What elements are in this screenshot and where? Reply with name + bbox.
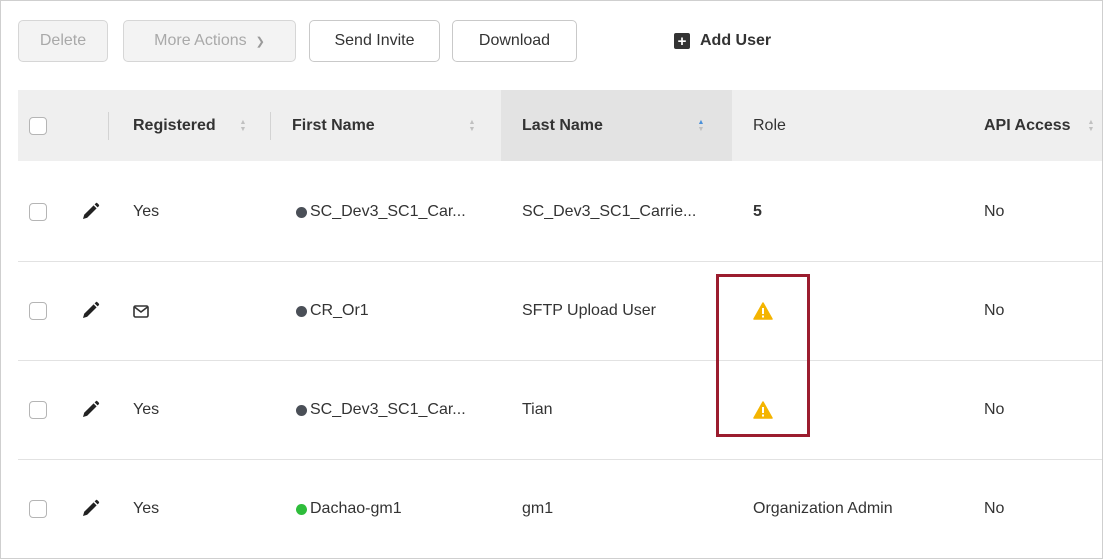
sort-ascending-icon: ▲ ▼ bbox=[697, 119, 705, 133]
status-dot bbox=[296, 404, 307, 416]
last-name-cell: Tian bbox=[522, 361, 553, 459]
first-name-value: Dachao-gm1 bbox=[310, 500, 402, 517]
row-checkbox[interactable] bbox=[29, 203, 47, 221]
registered-cell: Yes bbox=[133, 460, 159, 558]
api-access-cell: No bbox=[984, 361, 1004, 459]
header-api-access-label: API Access bbox=[984, 116, 1071, 134]
api-access-cell: No bbox=[984, 163, 1004, 261]
first-name-cell: Dachao-gm1 bbox=[296, 460, 402, 558]
api-access-cell: No bbox=[984, 460, 1004, 558]
user-management-panel: Delete More Actions ❯ Send Invite Downlo… bbox=[0, 0, 1103, 559]
delete-button[interactable]: Delete bbox=[18, 20, 108, 62]
registered-value: Yes bbox=[133, 500, 160, 517]
last-name-cell: gm1 bbox=[522, 460, 553, 558]
role-value: 5 bbox=[753, 203, 762, 220]
first-name-cell: CR_Or1 bbox=[296, 262, 369, 360]
header-api-access[interactable]: API Access ▲ ▼ bbox=[984, 90, 1102, 161]
registered-value: Yes bbox=[133, 401, 160, 418]
api-access-value: No bbox=[984, 302, 1005, 319]
header-first-name[interactable]: First Name ▲ ▼ bbox=[292, 90, 492, 161]
first-name-cell: SC_Dev3_SC1_Car... bbox=[296, 163, 466, 261]
table-row[interactable]: Yes SC_Dev3_SC1_Car... Tian No bbox=[18, 361, 1102, 460]
last-name-value: Tian bbox=[522, 401, 553, 418]
header-last-name-label: Last Name bbox=[522, 116, 603, 134]
last-name-cell: SFTP Upload User bbox=[522, 262, 656, 360]
last-name-cell: SC_Dev3_SC1_Carrie... bbox=[522, 163, 696, 261]
add-user-button[interactable]: + Add User bbox=[674, 20, 771, 62]
api-access-value: No bbox=[984, 203, 1005, 220]
row-checkbox[interactable] bbox=[29, 302, 47, 320]
envelope-icon bbox=[133, 304, 149, 318]
header-role-label: Role bbox=[753, 116, 786, 134]
header-role[interactable]: Role bbox=[753, 90, 953, 161]
send-invite-button[interactable]: Send Invite bbox=[309, 20, 440, 62]
registered-value: Yes bbox=[133, 203, 160, 220]
first-name-value: CR_Or1 bbox=[310, 302, 369, 319]
status-dot bbox=[296, 503, 307, 515]
registered-cell: Yes bbox=[133, 163, 159, 261]
row-checkbox[interactable] bbox=[29, 401, 47, 419]
table-row[interactable]: Yes SC_Dev3_SC1_Car... SC_Dev3_SC1_Carri… bbox=[18, 163, 1102, 262]
last-name-value: gm1 bbox=[522, 500, 554, 517]
first-name-value: SC_Dev3_SC1_Car... bbox=[310, 203, 466, 220]
highlight-box bbox=[716, 274, 810, 437]
sort-icon: ▲ ▼ bbox=[1087, 119, 1095, 133]
header-registered-label: Registered bbox=[133, 116, 216, 134]
role-value: Organization Admin bbox=[753, 500, 893, 517]
status-dot bbox=[296, 206, 307, 218]
download-button[interactable]: Download bbox=[452, 20, 577, 62]
more-actions-button[interactable]: More Actions ❯ bbox=[123, 20, 296, 62]
column-divider bbox=[108, 112, 109, 140]
last-name-value: SFTP Upload User bbox=[522, 302, 656, 319]
edit-pencil-icon[interactable] bbox=[80, 460, 100, 558]
status-dot bbox=[296, 305, 307, 317]
registered-cell bbox=[133, 262, 149, 360]
edit-pencil-icon[interactable] bbox=[80, 361, 100, 459]
table-row[interactable]: CR_Or1 SFTP Upload User No bbox=[18, 262, 1102, 361]
first-name-value: SC_Dev3_SC1_Car... bbox=[310, 401, 466, 418]
plus-square-icon: + bbox=[674, 33, 690, 49]
registered-cell: Yes bbox=[133, 361, 159, 459]
header-first-name-label: First Name bbox=[292, 116, 375, 134]
row-checkbox[interactable] bbox=[29, 500, 47, 518]
column-divider bbox=[270, 112, 271, 140]
add-user-label: Add User bbox=[700, 32, 772, 49]
api-access-value: No bbox=[984, 500, 1005, 517]
edit-pencil-icon[interactable] bbox=[80, 163, 100, 261]
select-all-checkbox[interactable] bbox=[29, 117, 47, 135]
role-cell: Organization Admin bbox=[753, 460, 893, 558]
header-registered[interactable]: Registered ▲ ▼ bbox=[133, 90, 283, 161]
role-cell: 5 bbox=[753, 163, 762, 261]
sort-icon: ▲ ▼ bbox=[239, 119, 247, 133]
edit-pencil-icon[interactable] bbox=[80, 262, 100, 360]
more-actions-label: More Actions bbox=[154, 32, 247, 49]
table-header: Registered ▲ ▼ First Name ▲ ▼ Last Name ▲ ▼… bbox=[18, 90, 1102, 161]
last-name-value: SC_Dev3_SC1_Carrie... bbox=[522, 203, 697, 220]
header-last-name[interactable]: Last Name ▲ ▼ bbox=[501, 90, 732, 161]
chevron-down-icon: ❯ bbox=[255, 35, 265, 48]
api-access-cell: No bbox=[984, 262, 1004, 360]
table-row[interactable]: Yes Dachao-gm1 gm1 Organization Admin No bbox=[18, 460, 1102, 558]
first-name-cell: SC_Dev3_SC1_Car... bbox=[296, 361, 466, 459]
api-access-value: No bbox=[984, 401, 1005, 418]
sort-icon: ▲ ▼ bbox=[468, 119, 476, 133]
